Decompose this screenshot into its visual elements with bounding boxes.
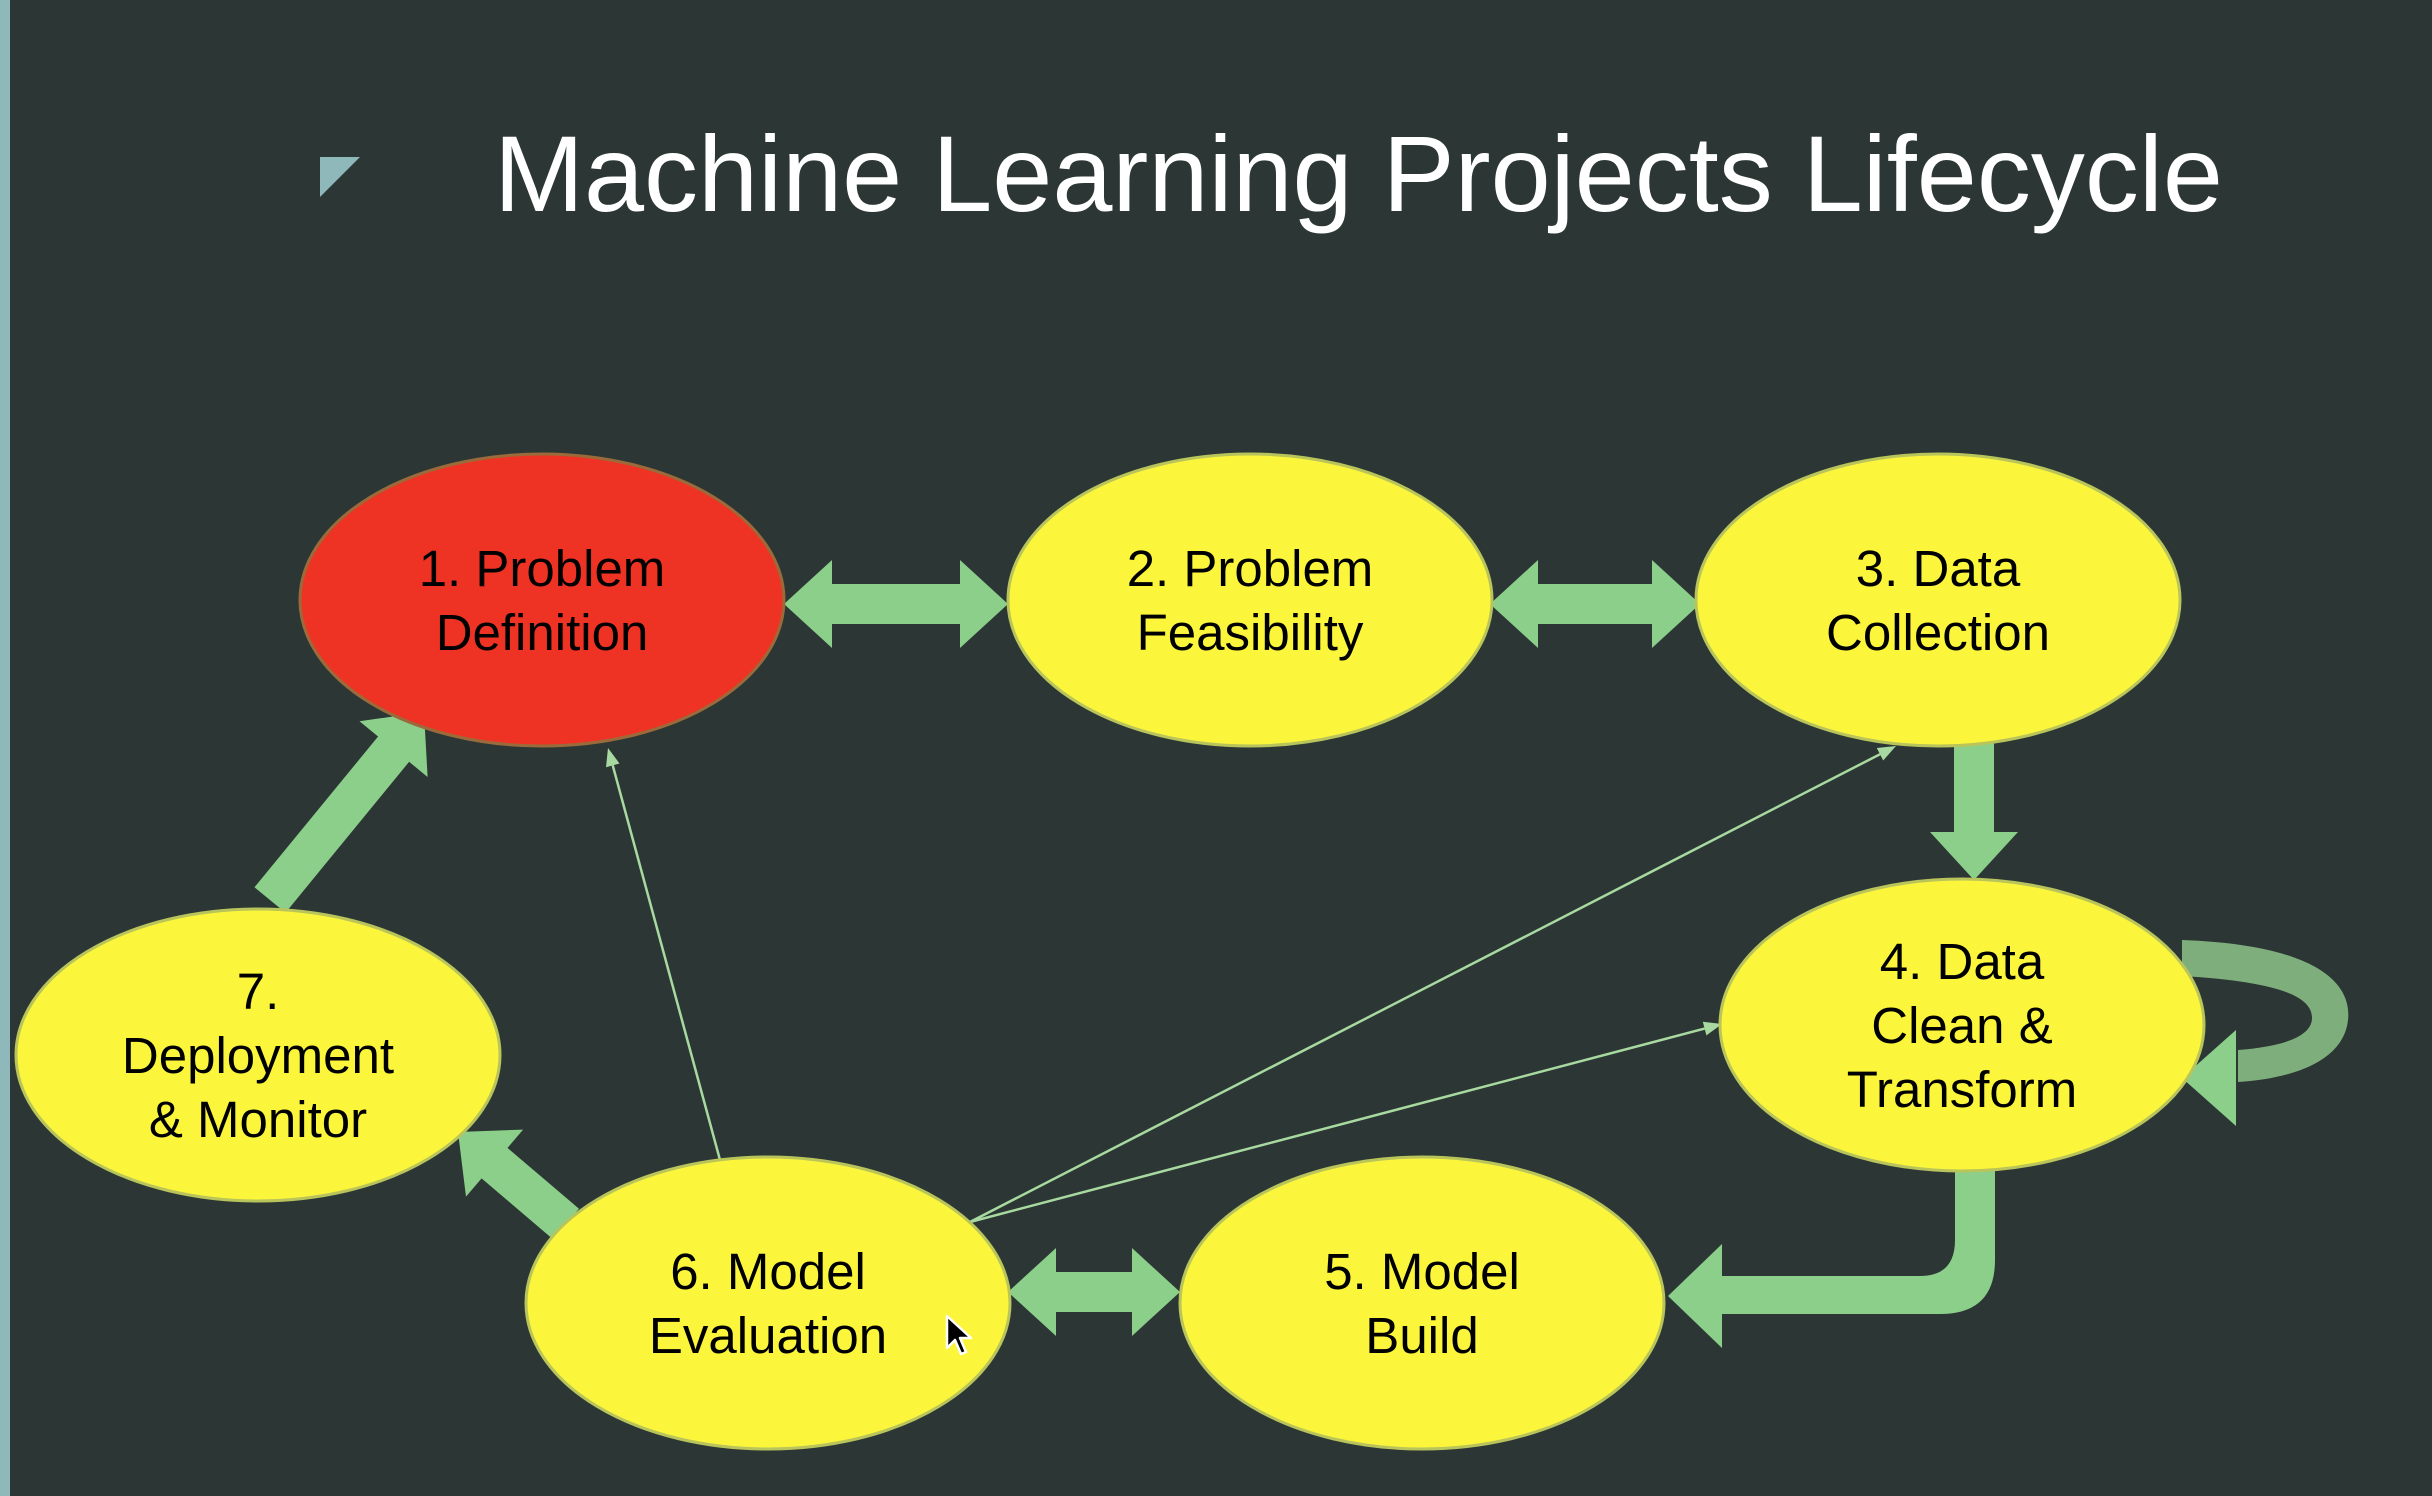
arrow-model-evaluation-to-problem-definition [606, 748, 722, 1161]
stage-ellipse [298, 452, 786, 748]
arrow-data-clean-transform-to-model-build [1668, 1170, 1995, 1348]
stage-label-line: Evaluation [649, 1307, 887, 1364]
stage-problem-definition: 1. Problem Definition [298, 452, 786, 748]
stage-label-line: 1. Problem [419, 540, 666, 597]
stage-model-evaluation: 6. Model Evaluation [524, 1155, 1012, 1451]
stage-label-line: Feasibility [1137, 604, 1364, 661]
stage-ellipse [524, 1155, 1012, 1451]
arrow-problem-feasibility-to-data-collection [1490, 560, 1700, 648]
stage-problem-feasibility: 2. Problem Feasibility [1006, 452, 1494, 748]
arrow-deployment-monitor-to-problem-definition [254, 712, 428, 913]
arrow-problem-definition-to-problem-feasibility [784, 560, 1008, 648]
stage-ellipse [1178, 1155, 1666, 1451]
stage-label-line: 5. Model [1324, 1243, 1520, 1300]
stage-data-collection: 3. Data Collection [1694, 452, 2182, 748]
stage-label-line: Deployment [122, 1027, 394, 1084]
stage-model-build: 5. Model Build [1178, 1155, 1666, 1451]
stage-label-line: Clean & [1871, 997, 2052, 1054]
arrow-model-evaluation-to-deployment-monitor [458, 1129, 579, 1240]
arrow-data-clean-transform-to-data-clean-transform [2182, 940, 2349, 1126]
stage-label-line: Transform [1847, 1061, 2077, 1118]
stage-deployment-monitor: 7. Deployment & Monitor [14, 907, 502, 1203]
stage-label-line: Definition [436, 604, 649, 661]
stage-data-clean-transform: 4. Data Clean & Transform [1718, 877, 2206, 1173]
arrow-model-build-to-model-evaluation [1008, 1248, 1180, 1336]
lifecycle-diagram: 1. Problem Definition 2. Problem Feasibilit… [14, 452, 2349, 1451]
stage-label-line: 6. Model [670, 1243, 866, 1300]
stage-ellipse [1694, 452, 2182, 748]
stage-label-line: 4. Data [1880, 933, 2045, 990]
stage-label-line: 3. Data [1856, 540, 2021, 597]
stage-ellipse [1006, 452, 1494, 748]
stage-label-line: 7. [237, 963, 280, 1020]
stage-label-line: Collection [1826, 604, 2050, 661]
slide: Machine Learning Projects Lifecycle 1. P… [0, 0, 2432, 1496]
stage-label-line: 2. Problem [1127, 540, 1374, 597]
stage-label-line: Build [1365, 1307, 1478, 1364]
arrow-data-collection-to-data-clean-transform [1930, 742, 2018, 880]
stage-label-line: & Monitor [149, 1091, 367, 1148]
mouse-pointer-icon [945, 1314, 973, 1356]
